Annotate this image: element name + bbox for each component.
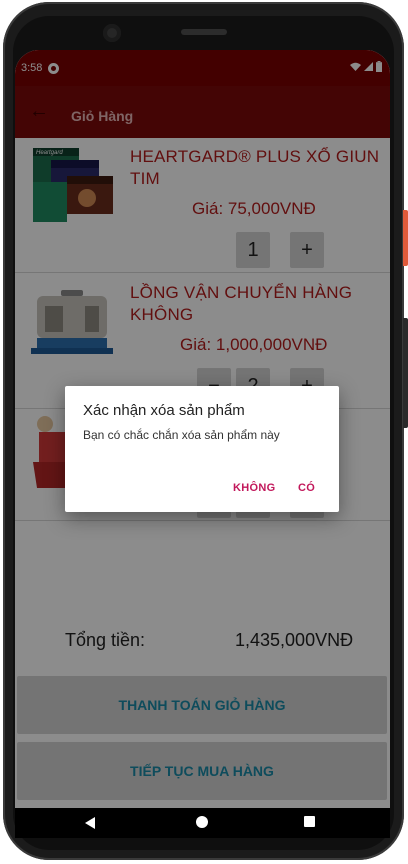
dialog-no-button[interactable]: KHÔNG	[233, 482, 275, 494]
dialog-yes-button[interactable]: CÓ	[298, 482, 315, 494]
navigation-bar	[15, 808, 390, 838]
dialog-message: Bạn có chắc chắn xóa sản phẩm này	[83, 428, 280, 442]
volume-button	[403, 318, 408, 428]
front-camera-icon	[103, 24, 121, 42]
power-button	[403, 210, 408, 266]
confirm-delete-dialog: Xác nhận xóa sản phẩm Bạn có chắc chắn x…	[65, 386, 339, 512]
app-screen: 3:58 ← Giỏ Hàng Heartgard HEARTGARD® PLU…	[15, 50, 390, 808]
speaker-grille	[181, 29, 227, 35]
nav-recents-icon[interactable]	[304, 816, 315, 827]
dialog-title: Xác nhận xóa sản phẩm	[83, 402, 245, 419]
nav-back-icon[interactable]	[85, 817, 95, 829]
nav-home-icon[interactable]	[196, 816, 208, 828]
